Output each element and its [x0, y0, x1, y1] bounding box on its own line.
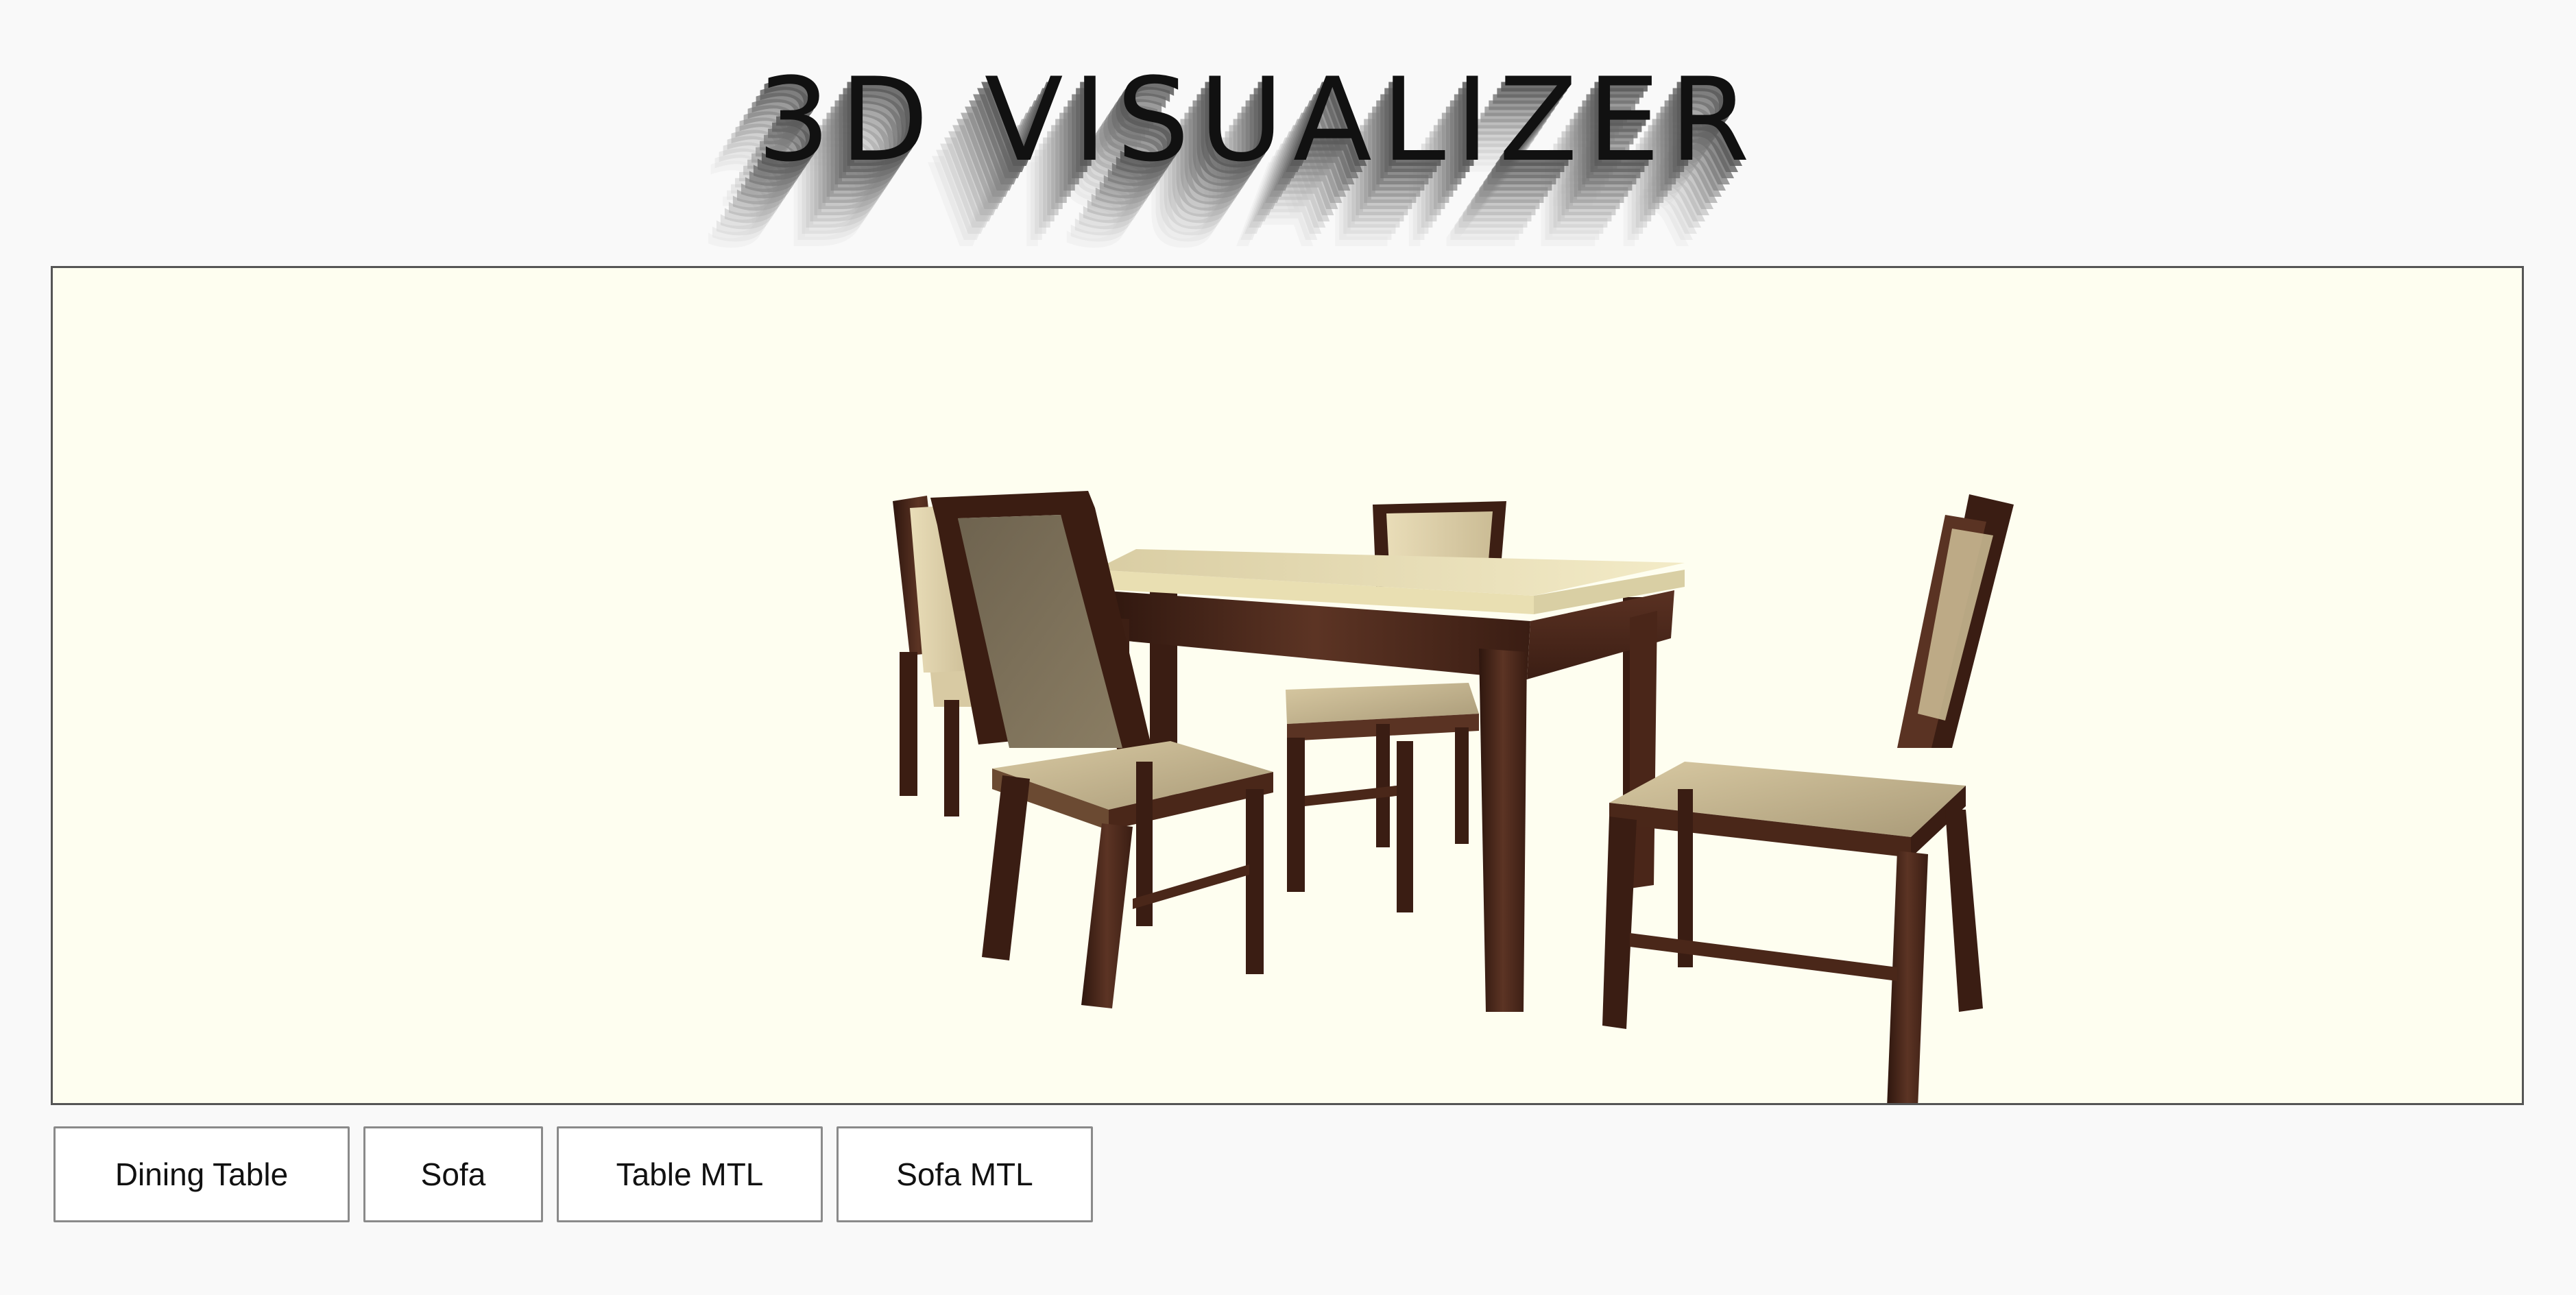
table-mtl-button[interactable]: Table MTL	[557, 1126, 823, 1222]
app-title-graphic: 3D VISUALIZER3D VISUALIZER3D VISUALIZER3…	[699, 53, 1759, 261]
dining-table-button[interactable]: Dining Table	[53, 1126, 350, 1222]
app-title: 3D VISUALIZER	[757, 53, 1759, 187]
dining-set-render	[893, 491, 2014, 1103]
3d-viewport[interactable]	[51, 266, 2524, 1105]
sofa-mtl-button[interactable]: Sofa MTL	[836, 1126, 1093, 1222]
model-toolbar: Dining Table Sofa Table MTL Sofa MTL	[53, 1126, 1093, 1222]
app-title-banner: 3D VISUALIZER 3D VISUALIZER 3D VISUALIZER 3…	[0, 41, 2576, 261]
page: 3D VISUALIZER 3D VISUALIZER 3D VISUALIZER 3…	[0, 0, 2576, 1295]
sofa-button[interactable]: Sofa	[363, 1126, 543, 1222]
